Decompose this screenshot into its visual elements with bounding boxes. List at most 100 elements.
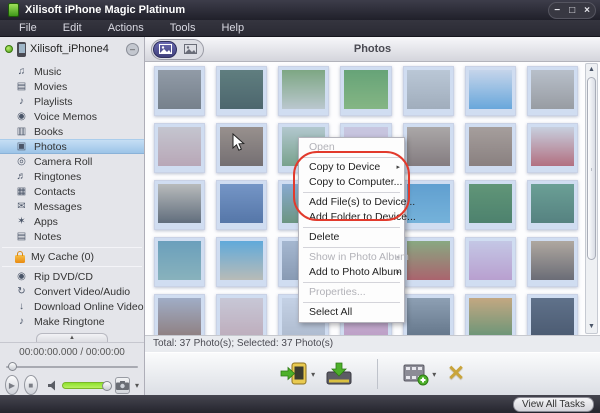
sidebar-item-label: Camera Roll [34,156,92,168]
add-file-caret[interactable]: ▾ [432,370,436,379]
photo-thumb-sunset-field[interactable] [465,294,516,335]
view-all-tasks-button[interactable]: View All Tasks [513,397,594,412]
photo-thumb-koala[interactable] [154,66,205,116]
close-button[interactable]: × [584,4,590,17]
photo-thumb-puppies[interactable] [403,123,454,173]
photo-selection-overlay [466,295,515,335]
photo-thumb-girl-hat[interactable] [154,123,205,173]
photo-thumb-night-forest[interactable] [527,294,578,335]
seek-slider[interactable] [6,361,138,373]
photo-thumb-sleeping-child[interactable] [216,294,267,335]
delete-icon: ✕ [447,363,465,385]
add-file-button[interactable]: ▾ [403,362,436,386]
photo-thumb-yellow-buds[interactable] [340,66,391,116]
scroll-down-icon[interactable]: ▼ [586,321,597,333]
photo-thumb-pug[interactable] [527,237,578,287]
photo-thumb-chimpanzee[interactable] [403,294,454,335]
photo-thumb-lake-house[interactable] [527,180,578,230]
maximize-button[interactable]: □ [569,4,575,17]
copy-to-computer-button[interactable] [326,362,352,386]
scroll-up-icon[interactable]: ▲ [586,64,597,76]
sidebar-item-apps[interactable]: ✶Apps [0,214,144,229]
notes-icon: ▤ [15,231,28,242]
sidebar-item-books[interactable]: ▥Books [0,124,144,139]
sidebar-item-messages[interactable]: ✉Messages [0,199,144,214]
photo-thumb-coast-aerial[interactable] [154,237,205,287]
photo-thumb-cherry-blossom[interactable] [465,237,516,287]
sidebar-item-convert-video-audio[interactable]: ↻Convert Video/Audio [0,284,144,299]
sidebar-item-movies[interactable]: ▤Movies [0,79,144,94]
sidebar-item-my-cache[interactable]: My Cache (0) [0,248,144,266]
playback-time: 00:00:00.000 / 00:00:00 [0,343,144,360]
snapshot-button[interactable] [115,377,130,394]
photo-selection-overlay [528,181,577,229]
copy-to-computer-icon [326,362,352,386]
photo-thumb-zebras[interactable] [154,180,205,230]
context-menu-item-add-to-photo-album[interactable]: Add to Photo Album▸ [299,265,404,280]
photo-thumb-desk-stationery[interactable] [403,66,454,116]
menu-edit[interactable]: Edit [50,20,95,36]
play-button[interactable]: ▶ [5,375,19,395]
device-row[interactable]: Xilisoft_iPhone4 – [0,37,144,61]
copy-to-device-caret[interactable]: ▾ [311,370,315,379]
sidebar-item-label: Music [34,66,61,78]
photo-thumb-chihuahua-cup[interactable] [527,123,578,173]
collapse-player-button[interactable]: ▲ [36,333,108,342]
volume-slider[interactable] [62,382,110,389]
sidebar-item-label: Apps [34,216,58,228]
photo-thumb-poodle-gray[interactable] [154,294,205,335]
photo-thumb-white-flower[interactable] [278,66,329,116]
menu-tools[interactable]: Tools [157,20,209,36]
sidebar-item-music[interactable]: ♫Music [0,64,144,79]
sidebar-item-download-online-video[interactable]: ↓Download Online Video [0,299,144,314]
snapshot-dropdown-caret[interactable]: ▾ [135,381,139,390]
photo-thumb-living-room[interactable] [527,66,578,116]
sidebar-item-camera-roll[interactable]: ◎Camera Roll [0,154,144,169]
red-highlight-annotation [293,151,410,221]
photo-thumb-brown-poodle[interactable] [465,123,516,173]
tool-item-label: Download Online Video [34,301,144,313]
speaker-icon[interactable] [47,380,59,391]
sidebar-item-ringtones[interactable]: ♬Ringtones [0,169,144,184]
scrollbar-thumb[interactable] [587,77,596,260]
photo-thumb-green-mountains[interactable] [465,180,516,230]
seek-knob[interactable] [8,362,17,371]
app-icon [8,3,19,17]
photo-thumb-pocoyo-figure[interactable] [465,66,516,116]
context-menu-item-select-all[interactable]: Select All [299,305,404,320]
context-menu-item-delete[interactable]: Delete [299,230,404,245]
app-window: Xilisoft iPhone Magic Platinum − □ × Fil… [0,0,600,413]
photo-thumb-mountain-lake[interactable] [216,180,267,230]
list-view-icon [184,44,197,54]
photo-selection-overlay [466,67,515,115]
menu-separator [303,302,400,303]
sidebar-item-playlists[interactable]: ♪Playlists [0,94,144,109]
iphone-icon [17,42,26,57]
list-view-button[interactable] [178,41,202,58]
sidebar-item-voice-memos[interactable]: ◉Voice Memos [0,109,144,124]
minimize-button[interactable]: − [554,4,560,17]
photo-thumb-beach-bay[interactable] [216,237,267,287]
photo-thumb-ladybug[interactable] [403,237,454,287]
stop-button[interactable]: ■ [24,375,38,395]
menu-bar: FileEditActionsToolsHelp [0,20,600,37]
status-bar: Total: 37 Photo(s); Selected: 37 Photo(s… [145,335,600,352]
sidebar-item-label: Contacts [34,186,75,198]
volume-knob[interactable] [102,381,112,391]
vertical-scrollbar[interactable]: ▲ ▼ [585,63,598,334]
sidebar-item-label: Playlists [34,96,73,108]
copy-to-device-button[interactable]: ▾ [280,362,315,386]
thumbnail-view-button[interactable] [153,41,177,58]
sidebar-item-contacts[interactable]: ▦Contacts [0,184,144,199]
sidebar-item-rip-dvd-cd[interactable]: ◉Rip DVD/CD [0,269,144,284]
photo-selection-overlay [528,67,577,115]
photo-thumb-forest-hiker[interactable] [216,66,267,116]
delete-button[interactable]: ✕ [447,363,465,385]
sidebar-item-notes[interactable]: ▤Notes [0,229,144,244]
sidebar-item-photos[interactable]: ▣Photos [0,139,144,154]
menu-file[interactable]: File [6,20,50,36]
sidebar-item-make-ringtone[interactable]: ♪Make Ringtone [0,314,144,329]
menu-help[interactable]: Help [208,20,257,36]
menu-actions[interactable]: Actions [95,20,157,36]
eject-button[interactable]: – [126,43,139,56]
